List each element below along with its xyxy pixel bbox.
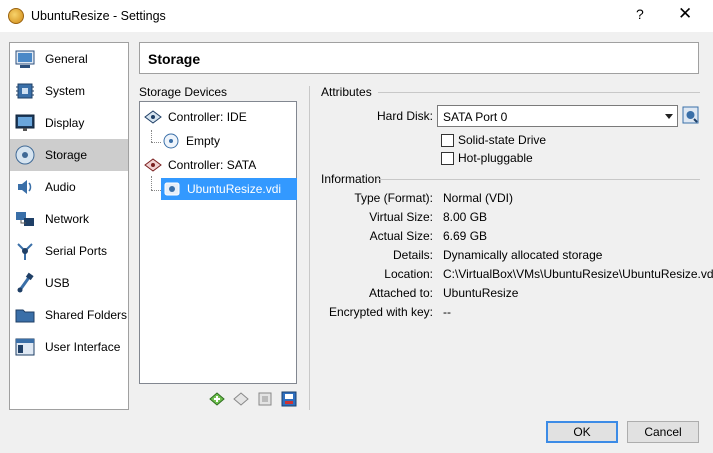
audio-icon <box>18 180 32 194</box>
hard-disk-icon <box>164 182 180 196</box>
information-header: Information <box>321 172 382 186</box>
user-interface-icon <box>15 338 35 356</box>
page-title-box: Storage <box>139 42 699 74</box>
sidebar-item-system[interactable]: System <box>10 75 128 107</box>
sidebar-item-network[interactable]: Network <box>10 203 128 235</box>
info-value-encrypted: -- <box>443 305 451 319</box>
choose-disk-icon[interactable] <box>682 106 699 124</box>
tree-connector <box>151 190 161 191</box>
hard-disk-select[interactable]: SATA Port 0 <box>437 105 678 127</box>
chevron-down-icon <box>665 114 673 119</box>
remove-attachment-icon[interactable] <box>232 390 250 408</box>
tree-item-sata-controller[interactable]: Controller: SATA <box>144 154 256 176</box>
attributes-separator <box>378 92 700 93</box>
hard-disk-select-value: SATA Port 0 <box>443 110 508 124</box>
info-value-type: Normal (VDI) <box>443 191 514 205</box>
solid-state-drive-checkbox[interactable] <box>441 133 454 147</box>
display-icon <box>15 114 35 131</box>
network-icon <box>16 212 34 226</box>
ide-controller-icon <box>144 110 162 124</box>
tree-connector <box>151 130 152 142</box>
attributes-header: Attributes <box>321 85 372 99</box>
hot-pluggable-option[interactable]: Hot-pluggable <box>441 151 533 165</box>
title-bar: UbuntuResize - Settings ? ✕ <box>0 0 713 32</box>
tree-item-ide-controller[interactable]: Controller: IDE <box>144 106 247 128</box>
tree-connector <box>151 142 161 143</box>
serial-ports-icon <box>17 243 33 260</box>
sidebar-item-storage[interactable]: Storage <box>10 139 128 171</box>
info-label-type: Type (Format): <box>354 191 433 205</box>
sidebar-item-usb[interactable]: USB <box>10 267 128 299</box>
system-icon <box>16 83 34 99</box>
help-button[interactable]: ? <box>636 6 644 22</box>
info-label-encrypted: Encrypted with key: <box>328 305 433 319</box>
settings-sidebar: General System Display Storage Audio Net… <box>9 42 129 410</box>
storage-icon <box>15 145 35 165</box>
optical-disc-icon <box>163 133 179 149</box>
info-value-attached-to: UbuntuResize <box>443 286 519 300</box>
info-value-details: Dynamically allocated storage <box>443 248 603 262</box>
tree-item-empty-drive[interactable]: Empty <box>162 130 220 152</box>
sata-controller-icon <box>144 158 162 172</box>
info-label-virtual-size: Virtual Size: <box>369 210 433 224</box>
window-title: UbuntuResize - Settings <box>31 9 166 23</box>
ok-button[interactable]: OK <box>546 421 618 443</box>
usb-icon <box>17 272 34 293</box>
storage-devices-label: Storage Devices <box>139 85 228 99</box>
info-label-attached-to: Attached to: <box>368 286 433 300</box>
add-attachment-icon[interactable] <box>208 390 226 408</box>
hard-disk-label: Hard Disk: <box>376 109 433 123</box>
tree-toolbar <box>208 390 298 408</box>
info-label-actual-size: Actual Size: <box>369 229 433 243</box>
sidebar-item-audio[interactable]: Audio <box>10 171 128 203</box>
shared-folders-icon <box>15 309 35 323</box>
remove-controller-icon[interactable] <box>280 390 298 408</box>
general-icon <box>15 50 35 68</box>
virtualbox-app-icon <box>8 8 24 24</box>
cancel-button[interactable]: Cancel <box>627 421 699 443</box>
info-label-details: Details: <box>392 248 433 262</box>
sidebar-item-general[interactable]: General <box>10 43 128 75</box>
tree-connector <box>151 176 152 190</box>
info-value-actual-size: 6.69 GB <box>443 229 488 243</box>
info-value-location: C:\VirtualBox\VMs\UbuntuResize\UbuntuRes… <box>443 267 713 281</box>
solid-state-drive-option[interactable]: Solid-state Drive <box>441 133 546 147</box>
close-window-button[interactable]: ✕ <box>678 4 692 24</box>
hot-pluggable-checkbox[interactable] <box>441 151 454 165</box>
sidebar-item-display[interactable]: Display <box>10 107 128 139</box>
info-value-virtual-size: 8.00 GB <box>443 210 488 224</box>
sidebar-item-serial-ports[interactable]: Serial Ports <box>10 235 128 267</box>
sidebar-item-shared-folders[interactable]: Shared Folders <box>10 299 128 331</box>
sidebar-item-user-interface[interactable]: User Interface <box>10 331 128 363</box>
info-label-location: Location: <box>384 267 433 281</box>
add-controller-icon[interactable] <box>256 390 274 408</box>
information-separator <box>378 179 700 180</box>
page-title: Storage <box>148 51 201 67</box>
